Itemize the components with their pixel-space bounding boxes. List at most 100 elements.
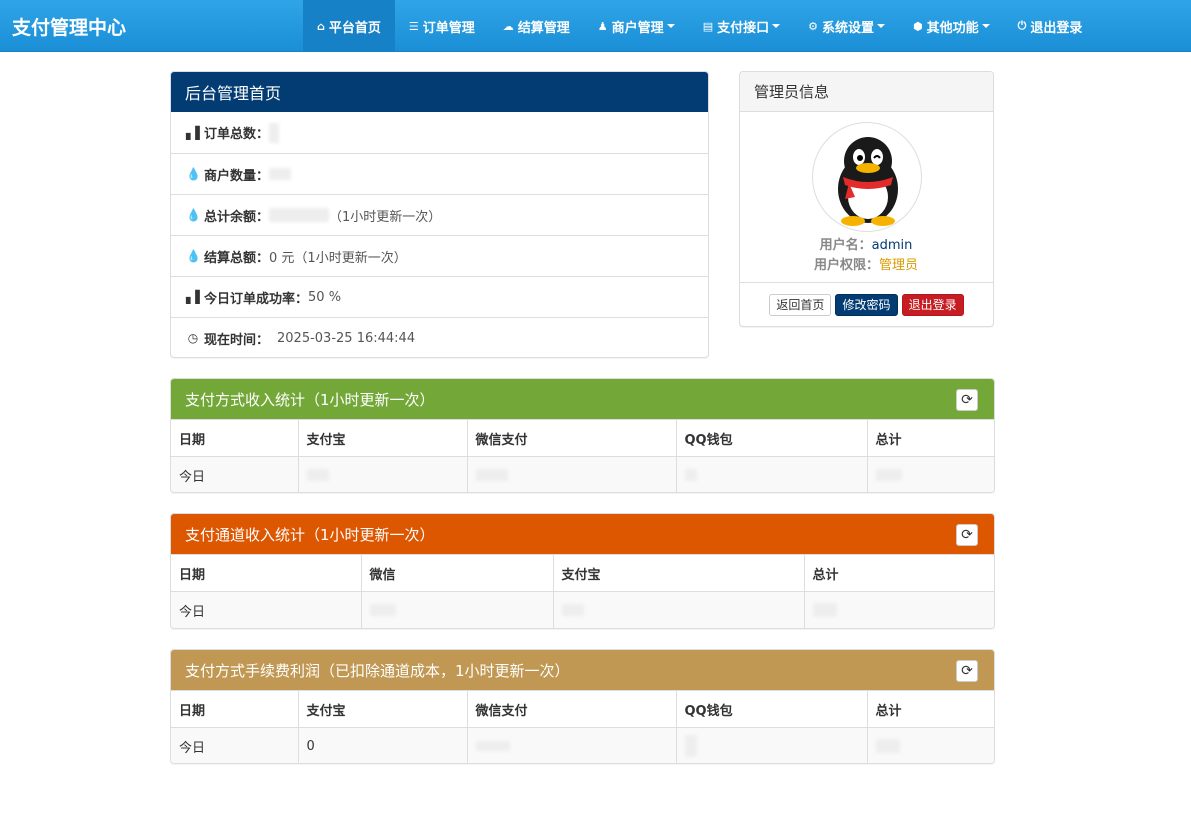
table-cell <box>676 727 868 763</box>
redacted-value <box>369 604 396 617</box>
table-row: 今日 0 <box>171 727 994 763</box>
col-header: 微信 <box>361 554 554 592</box>
admin-actions: 返回首页 修改密码 退出登录 <box>740 294 993 316</box>
chevron-down-icon <box>877 24 885 28</box>
redacted-value <box>269 208 330 222</box>
table-cell <box>361 591 554 628</box>
panel-heading: 支付方式收入统计（1小时更新一次） ⟳ <box>171 379 994 419</box>
redacted-value <box>475 741 510 752</box>
chevron-down-icon <box>981 24 990 28</box>
table-cell <box>553 591 805 628</box>
col-header: QQ钱包 <box>676 690 868 728</box>
chevron-down-icon <box>772 24 781 28</box>
stat-label: 结算总额： <box>204 250 270 266</box>
username-value[interactable]: admin <box>872 238 913 253</box>
redacted-value <box>684 735 697 758</box>
cog-icon: ⚙ <box>808 19 818 33</box>
nav-item-label: 商户管理 <box>611 20 664 36</box>
stat-row-current-time: ◷ 现在时间： 2025-03-25 16:44:44 <box>171 317 708 357</box>
stat-value: 0 元 <box>269 250 295 266</box>
stat-row-settlement-total: 💧 结算总额： 0 元 （1小时更新一次） <box>171 235 708 276</box>
home-overview-panel: 后台管理首页 ▖▌ 订单总数： 💧 商户数量： 💧 总计余额： （1小时更新一次… <box>170 71 709 358</box>
stat-row-merchant-count: 💧 商户数量： <box>171 153 708 194</box>
nav-item-label: 平台首页 <box>328 20 381 36</box>
redacted-value <box>684 469 697 482</box>
refresh-icon: ⟳ <box>961 663 973 679</box>
payment-channel-income-panel: 支付通道收入统计（1小时更新一次） ⟳ 日期 微信 支付宝 总计 今日 <box>170 513 995 629</box>
table-cell: 今日 <box>171 456 299 492</box>
table-cell <box>298 456 468 492</box>
top-navbar: 支付管理中心 ⌂ 平台首页 ☰ 订单管理 ☁ 结算管理 ♟ 商户管理 ▤ 支付接口 ⚙ 系统… <box>0 0 1191 52</box>
table-header-row: 日期 微信 支付宝 总计 <box>171 554 994 592</box>
payment-method-income-panel: 支付方式收入统计（1小时更新一次） ⟳ 日期 支付宝 微信支付 QQ钱包 总计 … <box>170 378 995 493</box>
redacted-value <box>875 739 900 754</box>
col-header: 日期 <box>171 554 362 592</box>
table-cell <box>676 456 868 492</box>
table-row: 今日 <box>171 591 994 628</box>
cube-icon: ⬢ <box>913 19 923 33</box>
refresh-icon: ⟳ <box>961 392 973 408</box>
stats-table: 日期 支付宝 微信支付 QQ钱包 总计 今日 <box>171 419 994 492</box>
col-header: 日期 <box>171 690 299 728</box>
role-value: 管理员 <box>879 258 919 273</box>
panel-title: 支付方式收入统计（1小时更新一次） <box>185 390 435 409</box>
panel-heading: 支付通道收入统计（1小时更新一次） ⟳ <box>171 514 994 554</box>
nav-item-other[interactable]: ⬢ 其他功能 <box>899 0 1004 52</box>
clock-icon: ◷ <box>187 331 199 345</box>
refresh-button[interactable]: ⟳ <box>956 389 978 411</box>
nav-item-logout[interactable]: ⏻ 退出登录 <box>1004 0 1097 52</box>
list-icon: ☰ <box>408 19 419 33</box>
stat-row-order-total: ▖▌ 订单总数： <box>171 112 708 153</box>
panel-title: 支付方式手续费利润（已扣除通道成本，1小时更新一次） <box>185 661 570 680</box>
nav-item-pay-interface[interactable]: ▤ 支付接口 <box>689 0 794 52</box>
stat-value: 50 % <box>308 289 342 305</box>
username-label: 用户名： <box>819 238 872 253</box>
nav-item-settlement[interactable]: ☁ 结算管理 <box>489 0 584 52</box>
table-header-row: 日期 支付宝 微信支付 QQ钱包 总计 <box>171 690 994 728</box>
table-cell <box>467 727 677 763</box>
redacted-value <box>475 469 508 482</box>
table-cell: 今日 <box>171 727 299 763</box>
nav-item-system-settings[interactable]: ⚙ 系统设置 <box>794 0 899 52</box>
refresh-button[interactable]: ⟳ <box>956 524 978 546</box>
nav-item-label: 订单管理 <box>422 20 475 36</box>
table-cell <box>804 591 994 628</box>
tint-icon: 💧 <box>186 167 201 181</box>
update-note: （1小时更新一次） <box>329 209 442 225</box>
stats-table: 日期 支付宝 微信支付 QQ钱包 总计 今日 0 <box>171 690 994 763</box>
redacted-value <box>812 603 837 618</box>
table-cell <box>467 456 677 492</box>
bar-chart-icon: ▖▌ <box>186 125 205 140</box>
brand-title[interactable]: 支付管理中心 <box>12 13 126 40</box>
refresh-button[interactable]: ⟳ <box>956 660 978 682</box>
nav-item-merchants[interactable]: ♟ 商户管理 <box>584 0 689 52</box>
col-header: 总计 <box>867 690 994 728</box>
panel-heading: 管理员信息 <box>740 72 993 112</box>
avatar <box>812 122 922 232</box>
col-header: 总计 <box>867 419 994 457</box>
redacted-value <box>269 122 280 143</box>
col-header: 微信支付 <box>467 690 677 728</box>
table-header-row: 日期 支付宝 微信支付 QQ钱包 总计 <box>171 419 994 457</box>
stat-label: 总计余额： <box>204 209 270 225</box>
redacted-value <box>875 469 902 482</box>
redacted-value <box>561 604 584 617</box>
chevron-down-icon <box>666 24 675 28</box>
table-cell: 今日 <box>171 591 362 628</box>
back-home-button[interactable]: 返回首页 <box>769 294 832 316</box>
col-header: 支付宝 <box>298 419 468 457</box>
redacted-value <box>306 469 329 482</box>
main-nav: ⌂ 平台首页 ☰ 订单管理 ☁ 结算管理 ♟ 商户管理 ▤ 支付接口 ⚙ 系统设置 ⬢ 其他功… <box>303 0 1096 52</box>
nav-item-home[interactable]: ⌂ 平台首页 <box>303 0 395 52</box>
admin-info-panel: 管理员信息 用户名：admin 用户权限：管理员 返回首页 修改密码 退出登录 <box>739 71 994 327</box>
stat-value: 2025-03-25 16:44:44 <box>277 330 416 346</box>
redacted-value <box>269 168 292 180</box>
panel-title: 管理员信息 <box>754 83 830 101</box>
logout-button[interactable]: 退出登录 <box>901 294 964 316</box>
nav-item-label: 退出登录 <box>1030 20 1083 36</box>
power-icon: ⏻ <box>1017 19 1027 32</box>
nav-item-orders[interactable]: ☰ 订单管理 <box>395 0 489 52</box>
change-password-button[interactable]: 修改密码 <box>835 294 898 316</box>
nav-item-label: 系统设置 <box>821 20 874 36</box>
role-line: 用户权限：管理员 <box>740 254 992 273</box>
